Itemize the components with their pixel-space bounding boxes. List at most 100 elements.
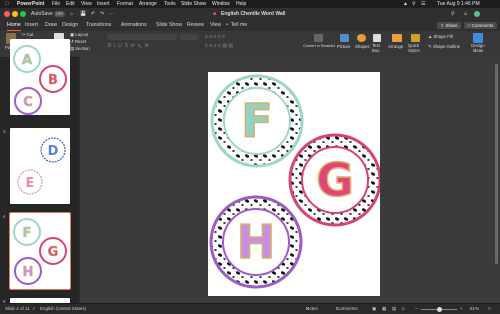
share-icon: ⇧ (440, 23, 445, 28)
tell-me-search[interactable]: ⚬ Tell me (225, 20, 247, 31)
wifi-icon[interactable]: ▲ (403, 0, 408, 8)
shape-fill-button[interactable]: ▲ Shape Fill (428, 34, 453, 40)
layout-button[interactable]: ▣ Layout (70, 32, 88, 38)
shapes-button[interactable]: Shapes (355, 44, 370, 50)
section-button[interactable]: ▤ Section (70, 46, 90, 52)
tab-design[interactable]: Design (62, 20, 78, 31)
tab-animations[interactable]: Animations (121, 20, 147, 31)
mac-menubar:  PowerPoint File Edit View Insert Forma… (0, 0, 500, 8)
smartart-icon[interactable] (314, 34, 323, 42)
letter-circle-f[interactable]: F (210, 74, 304, 168)
convert-smartart-button[interactable]: Convert to SmartArt (302, 44, 336, 49)
comments-label: Comments (471, 23, 494, 28)
paint-bucket-icon: ▲ (428, 34, 433, 39)
menu-format[interactable]: Format (117, 0, 133, 8)
arrange-icon[interactable] (392, 34, 402, 42)
home-icon[interactable]: ⌂ (70, 8, 73, 20)
more-icon[interactable]: ⋯ (109, 8, 114, 20)
thumb-fgh-art: F G H (13, 218, 67, 285)
shapes-icon[interactable] (357, 34, 366, 42)
slide-thumbnail[interactable]: D E (10, 128, 70, 204)
thumb-abc-art: A B C (13, 45, 67, 115)
autosave-label: AutoSave (31, 11, 53, 17)
slide-thumbnails-panel: A B C 3 D E 4 F G H 5 (0, 39, 78, 304)
search-icon[interactable]: ⚲ (412, 0, 416, 8)
menu-arrange[interactable]: Arrange (139, 0, 157, 8)
cut-button[interactable]: ✂ Cut (22, 32, 34, 38)
account-avatar[interactable] (474, 11, 480, 17)
picture-button[interactable]: Picture (337, 44, 350, 50)
quick-styles-icon[interactable] (411, 34, 420, 42)
document-title: English Chenille Word Wall (221, 11, 286, 17)
emoji-icon[interactable]: ☺ (463, 8, 468, 20)
zoom-window-button[interactable] (20, 11, 26, 17)
picture-icon[interactable] (340, 34, 349, 42)
comments-button[interactable]: □ Comments (464, 22, 497, 29)
slide-artwork: F G H (209, 74, 382, 289)
tab-transitions[interactable]: Transitions (86, 20, 111, 31)
layout-icon: ▣ (70, 32, 75, 37)
current-slide[interactable]: F G H (208, 72, 382, 296)
tab-insert[interactable]: Insert (25, 20, 38, 31)
reset-label: Reset (74, 39, 87, 44)
menu-window[interactable]: Window (212, 0, 230, 8)
tab-home[interactable]: Home (7, 20, 21, 31)
tab-review[interactable]: Review (187, 20, 204, 31)
slide-thumbnail-selected[interactable]: F G H (9, 212, 71, 290)
menu-file[interactable]: File (52, 0, 60, 8)
section-label: Section (75, 46, 90, 51)
search-icon[interactable]: ⚲ (451, 8, 455, 20)
redo-icon[interactable]: ↷ (100, 8, 104, 20)
text-box-icon[interactable] (373, 34, 381, 42)
document-icon: ■ (213, 11, 217, 17)
slide-thumbnail[interactable]: A B C (10, 39, 70, 115)
close-window-button[interactable] (4, 11, 10, 17)
text-box-button[interactable]: Text Box (372, 43, 384, 53)
menu-slideshow[interactable]: Slide Show (181, 0, 206, 8)
save-icon[interactable]: 💾 (80, 8, 86, 20)
tab-draw[interactable]: Draw (45, 20, 57, 31)
menu-insert[interactable]: Insert (97, 0, 110, 8)
shape-outline-button[interactable]: ✎ Shape Outline (428, 44, 460, 50)
reset-button[interactable]: ↺ Reset (70, 39, 86, 45)
quick-styles-button[interactable]: Quick Styles (408, 43, 424, 53)
thumb-letter: D (48, 144, 59, 159)
thumb-letter: A (22, 53, 32, 68)
menu-edit[interactable]: Edit (66, 0, 75, 8)
thumb-letter: F (23, 226, 32, 241)
design-ideas-button[interactable]: Design Ideas (470, 43, 486, 53)
control-center-icon[interactable]: ☰ (421, 0, 425, 8)
share-button[interactable]: ⇧ Share (437, 22, 461, 29)
letter-circle-h[interactable]: H (209, 195, 303, 289)
section-icon: ▤ (70, 46, 75, 51)
undo-icon[interactable]: ↶ (91, 8, 95, 20)
font-size-dropdown[interactable] (180, 34, 198, 40)
letter-circle-g[interactable]: G (288, 133, 382, 227)
scrollbar-thumb[interactable] (495, 64, 498, 264)
cut-label: Cut (26, 32, 34, 37)
ribbon-tabs: Home Insert Draw Design Transitions Anim… (0, 20, 500, 31)
align-buttons[interactable]: ≡ ≡ ≡ ≡ ▤ ▤ (205, 43, 233, 49)
menu-app-name[interactable]: PowerPoint (17, 0, 45, 8)
tab-view[interactable]: View (210, 20, 221, 31)
thumb-letter: H (23, 265, 34, 280)
menu-tools[interactable]: Tools (164, 0, 176, 8)
design-ideas-icon[interactable] (473, 33, 483, 43)
window-titlebar: AutoSave OFF ⌂ 💾 ↶ ↷ ⋯ ■ English Chenill… (0, 8, 500, 20)
minimize-window-button[interactable] (12, 11, 18, 17)
thumb-letter: G (48, 245, 59, 260)
pen-icon: ✎ (428, 44, 432, 49)
autosave-toggle[interactable]: OFF (54, 11, 65, 17)
zoom-slider-knob[interactable] (437, 306, 442, 312)
tab-slide-show[interactable]: Slide Show (156, 20, 182, 31)
letter-g: G (316, 153, 354, 207)
apple-icon[interactable]:  (5, 0, 9, 8)
menu-view[interactable]: View (81, 0, 92, 8)
font-name-dropdown[interactable] (107, 34, 177, 40)
arrange-button[interactable]: Arrange (388, 44, 403, 50)
paragraph-buttons[interactable]: ≡ ≡ ≡ ≡ ≡ (205, 34, 225, 40)
font-format-buttons[interactable]: B I U S x² x₂ A (108, 43, 148, 49)
thumb-letter: C (23, 95, 33, 110)
menu-help[interactable]: Help (236, 0, 246, 8)
lightbulb-icon: ⚬ (225, 22, 230, 28)
